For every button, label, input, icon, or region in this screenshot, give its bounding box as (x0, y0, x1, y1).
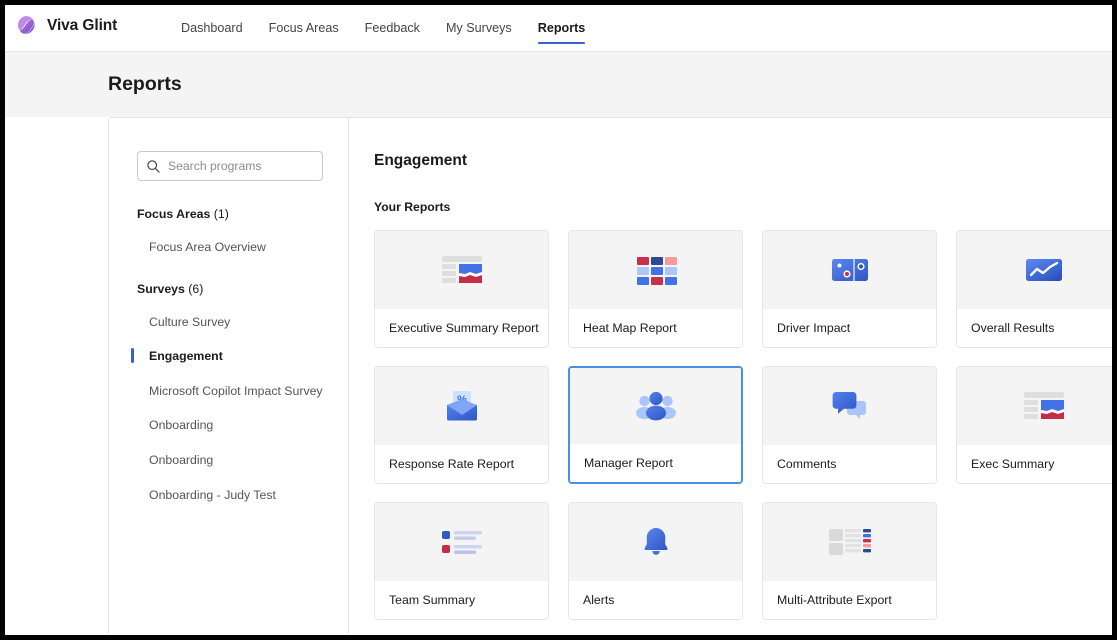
line-chart-icon (1018, 248, 1070, 292)
card-label: Team Summary (375, 581, 548, 619)
people-group-icon (630, 384, 682, 428)
page-header: Reports (5, 52, 1112, 117)
main-nav: Dashboard Focus Areas Feedback My Survey… (168, 5, 598, 52)
report-card-grid: Executive Summary Report (374, 230, 1112, 620)
sidebar-item-engagement[interactable]: Engagement (137, 348, 326, 365)
bell-icon (630, 520, 682, 564)
brand[interactable]: Viva Glint (15, 14, 117, 37)
report-card-executive-summary-report[interactable]: Executive Summary Report (374, 230, 549, 348)
sidebar-item-focus-area-overview[interactable]: Focus Area Overview (137, 239, 326, 256)
report-card-team-summary[interactable]: Team Summary (374, 502, 549, 620)
sidebar-group-count: (1) (214, 207, 229, 221)
report-card-response-rate-report[interactable]: % Response Rate Report (374, 366, 549, 484)
sidebar-group-label: Surveys (137, 282, 185, 296)
report-card-alerts[interactable]: Alerts (568, 502, 743, 620)
card-thumbnail (375, 503, 548, 581)
card-label: Driver Impact (763, 309, 936, 347)
sidebar-group-label: Focus Areas (137, 207, 210, 221)
driver-impact-panel-icon (824, 248, 876, 292)
card-label: Exec Summary (957, 445, 1112, 483)
card-label: Overall Results (957, 309, 1112, 347)
card-thumbnail (569, 503, 742, 581)
exec-summary-chart-alt-icon (1018, 384, 1070, 428)
card-thumbnail (763, 503, 936, 581)
sidebar-item-onboarding-judy-test[interactable]: Onboarding - Judy Test (137, 487, 326, 504)
report-card-overall-results[interactable]: Overall Results (956, 230, 1112, 348)
card-label: Heat Map Report (569, 309, 742, 347)
sidebar-item-onboarding-1[interactable]: Onboarding (137, 417, 326, 434)
card-label: Comments (763, 445, 936, 483)
speech-bubbles-icon (824, 384, 876, 428)
search-programs-box[interactable] (137, 151, 323, 181)
nav-item-my-surveys[interactable]: My Surveys (433, 5, 525, 52)
sidebar-item-onboarding-2[interactable]: Onboarding (137, 452, 326, 469)
viva-glint-logo-icon (15, 14, 38, 37)
card-thumbnail: % (375, 367, 548, 445)
card-thumbnail (375, 231, 548, 309)
reports-panel: Focus Areas (1) Focus Area Overview Surv… (108, 117, 1112, 635)
programs-sidebar: Focus Areas (1) Focus Area Overview Surv… (109, 118, 349, 635)
team-list-icon (436, 520, 488, 564)
nav-item-feedback[interactable]: Feedback (352, 5, 433, 52)
sidebar-item-culture-survey[interactable]: Culture Survey (137, 314, 326, 331)
sidebar-group-count: (6) (188, 282, 203, 296)
brand-name: Viva Glint (47, 17, 117, 35)
page-title: Reports (108, 73, 182, 96)
report-card-comments[interactable]: Comments (762, 366, 937, 484)
card-label: Manager Report (570, 444, 741, 482)
card-label: Multi-Attribute Export (763, 581, 936, 619)
card-label: Response Rate Report (375, 445, 548, 483)
multi-attribute-table-icon (824, 520, 876, 564)
report-card-exec-summary[interactable]: Exec Summary (956, 366, 1112, 484)
card-thumbnail (570, 368, 741, 444)
sidebar-group-focus-areas: Focus Areas (1) (137, 207, 326, 221)
search-input[interactable] (168, 159, 313, 173)
report-card-heat-map-report[interactable]: Heat Map Report (568, 230, 743, 348)
sidebar-group-surveys: Surveys (6) (137, 282, 326, 296)
heat-map-grid-icon (630, 248, 682, 292)
card-label: Alerts (569, 581, 742, 619)
nav-item-dashboard[interactable]: Dashboard (168, 5, 256, 52)
exec-summary-chart-icon (436, 248, 488, 292)
report-card-multi-attribute-export[interactable]: Multi-Attribute Export (762, 502, 937, 620)
reports-content: Engagement Your Reports (349, 118, 1112, 635)
report-card-driver-impact[interactable]: Driver Impact (762, 230, 937, 348)
your-reports-label: Your Reports (374, 200, 1112, 214)
card-thumbnail (569, 231, 742, 309)
envelope-percent-icon: % (436, 384, 488, 428)
nav-item-reports[interactable]: Reports (525, 5, 599, 52)
nav-item-focus-areas[interactable]: Focus Areas (256, 5, 352, 52)
sidebar-item-microsoft-copilot-impact-survey[interactable]: Microsoft Copilot Impact Survey (137, 383, 326, 400)
card-thumbnail (763, 231, 936, 309)
report-card-manager-report[interactable]: Manager Report (568, 366, 743, 484)
app-window: Viva Glint Dashboard Focus Areas Feedbac… (5, 5, 1112, 635)
section-title: Engagement (374, 152, 1112, 170)
card-thumbnail (763, 367, 936, 445)
top-navigation-bar: Viva Glint Dashboard Focus Areas Feedbac… (5, 5, 1112, 52)
search-icon (146, 159, 161, 174)
card-thumbnail (957, 367, 1112, 445)
card-thumbnail (957, 231, 1112, 309)
card-label: Executive Summary Report (375, 309, 548, 347)
